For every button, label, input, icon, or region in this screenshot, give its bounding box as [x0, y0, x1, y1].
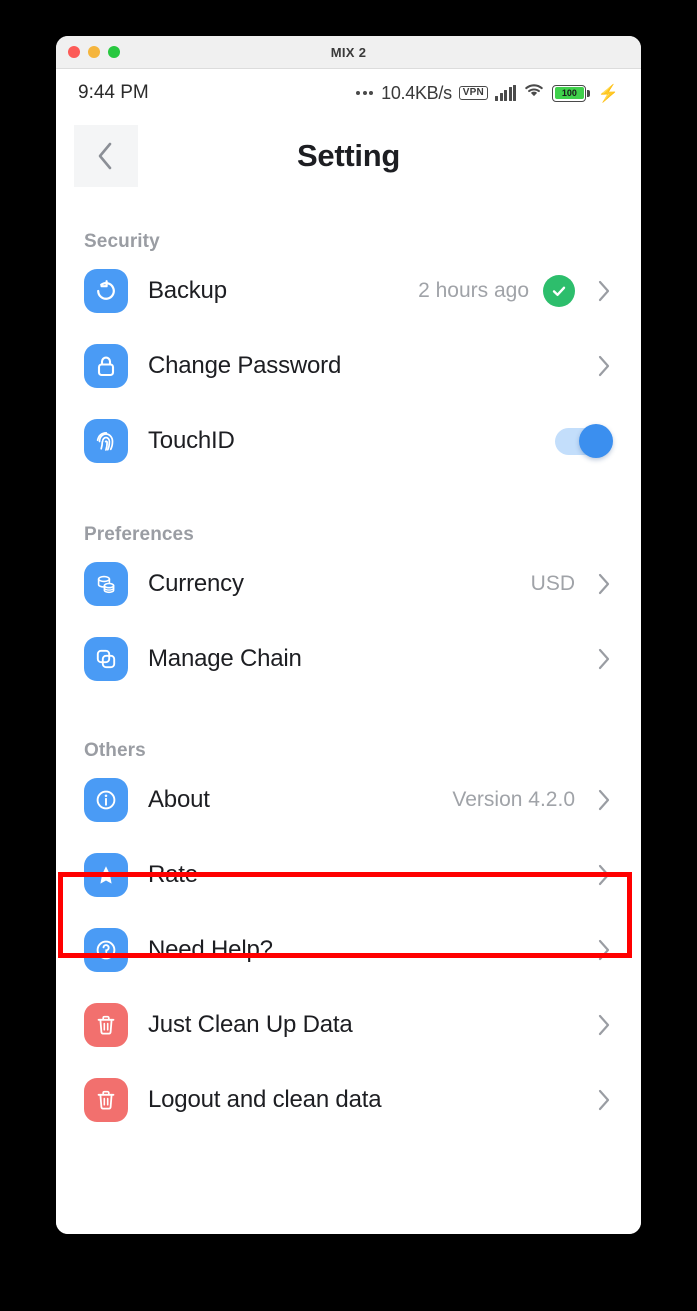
settings-row-label: Backup: [148, 276, 227, 304]
battery-icon: 100: [552, 84, 590, 102]
section-header-others: Others: [84, 740, 146, 761]
lock-icon: [84, 343, 128, 388]
check-circle-icon: [543, 274, 575, 307]
chevron-right-icon: [593, 571, 615, 597]
settings-row-clean-up-data[interactable]: Just Clean Up Data: [84, 987, 615, 1062]
settings-row-label: Just Clean Up Data: [148, 1010, 353, 1038]
fingerprint-icon: [84, 418, 128, 463]
chevron-right-icon: [593, 937, 615, 963]
phone-screen: 9:44 PM 10.4KB/s VPN 100 ⚡ Setting Secur…: [56, 69, 641, 1234]
chevron-right-icon: [593, 1012, 615, 1038]
settings-row-backup[interactable]: Backup 2 hours ago: [84, 253, 615, 328]
status-time: 9:44 PM: [78, 82, 149, 103]
currency-value: USD: [530, 571, 575, 595]
settings-row-label: Rate: [148, 860, 198, 888]
settings-row-label: Logout and clean data: [148, 1085, 382, 1113]
settings-row-need-help[interactable]: Need Help?: [84, 912, 615, 987]
backup-timestamp: 2 hours ago: [418, 278, 529, 302]
settings-row-label: Change Password: [148, 351, 342, 379]
maximize-button[interactable]: [108, 46, 120, 58]
section-header-security: Security: [84, 231, 160, 252]
coins-stack-icon: [84, 561, 128, 606]
settings-row-label: Manage Chain: [148, 644, 302, 672]
window-controls: [68, 36, 120, 68]
page-title: Setting: [297, 138, 400, 173]
section-header-preferences: Preferences: [84, 524, 194, 545]
vpn-badge-icon: VPN: [458, 86, 488, 100]
settings-row-label: TouchID: [148, 426, 235, 454]
settings-row-logout-clean-data[interactable]: Logout and clean data: [84, 1062, 615, 1137]
window-title: MIX 2: [330, 44, 367, 60]
chevron-left-icon: [98, 142, 112, 170]
nav-header: Setting: [56, 117, 641, 195]
settings-row-label: About: [148, 785, 210, 813]
app-version-label: Version 4.2.0: [452, 787, 575, 811]
settings-row-about[interactable]: About Version 4.2.0: [84, 762, 615, 837]
chevron-right-icon: [593, 278, 615, 304]
settings-row-currency[interactable]: Currency USD: [84, 546, 615, 621]
toggle-knob: [579, 423, 613, 458]
wifi-icon: [523, 82, 545, 104]
settings-row-manage-chain[interactable]: Manage Chain: [84, 621, 615, 696]
settings-row-change-password[interactable]: Change Password: [84, 328, 615, 403]
settings-row-label: Currency: [148, 569, 244, 597]
status-bar: 9:44 PM 10.4KB/s VPN 100 ⚡: [56, 69, 641, 117]
charging-bolt-icon: ⚡: [597, 83, 619, 103]
chevron-right-icon: [593, 787, 615, 813]
back-button[interactable]: [74, 125, 138, 187]
window-titlebar: MIX 2: [56, 36, 641, 69]
chevron-right-icon: [593, 862, 615, 888]
chevron-right-icon: [593, 646, 615, 672]
chevron-right-icon: [593, 353, 615, 379]
touchid-toggle[interactable]: [555, 423, 613, 458]
chevron-right-icon: [593, 1087, 615, 1113]
network-speed-label: 10.4KB/s: [381, 82, 452, 103]
question-circle-icon: [84, 927, 128, 972]
trash-icon: [84, 1077, 128, 1122]
close-button[interactable]: [68, 46, 80, 58]
status-icons: 10.4KB/s VPN 100 ⚡: [356, 82, 619, 104]
trash-icon: [84, 1002, 128, 1047]
app-window: MIX 2 9:44 PM 10.4KB/s VPN 100 ⚡ Setting…: [56, 36, 641, 1234]
settings-row-touchid[interactable]: TouchID: [84, 403, 615, 478]
settings-list: Security Backup 2 hours ago Change Passw…: [56, 231, 641, 1137]
star-icon: [84, 852, 128, 897]
refresh-icon: [84, 268, 128, 313]
info-circle-icon: [84, 777, 128, 822]
layers-copy-icon: [84, 636, 128, 681]
settings-row-rate[interactable]: Rate: [84, 837, 615, 912]
dots-icon: [356, 91, 374, 95]
battery-percent-label: 100: [554, 87, 584, 99]
cellular-signal-icon: [494, 85, 517, 101]
settings-row-label: Need Help?: [148, 935, 273, 963]
screenshot-stage: MIX 2 9:44 PM 10.4KB/s VPN 100 ⚡ Setting…: [0, 0, 697, 1311]
minimize-button[interactable]: [88, 46, 100, 58]
